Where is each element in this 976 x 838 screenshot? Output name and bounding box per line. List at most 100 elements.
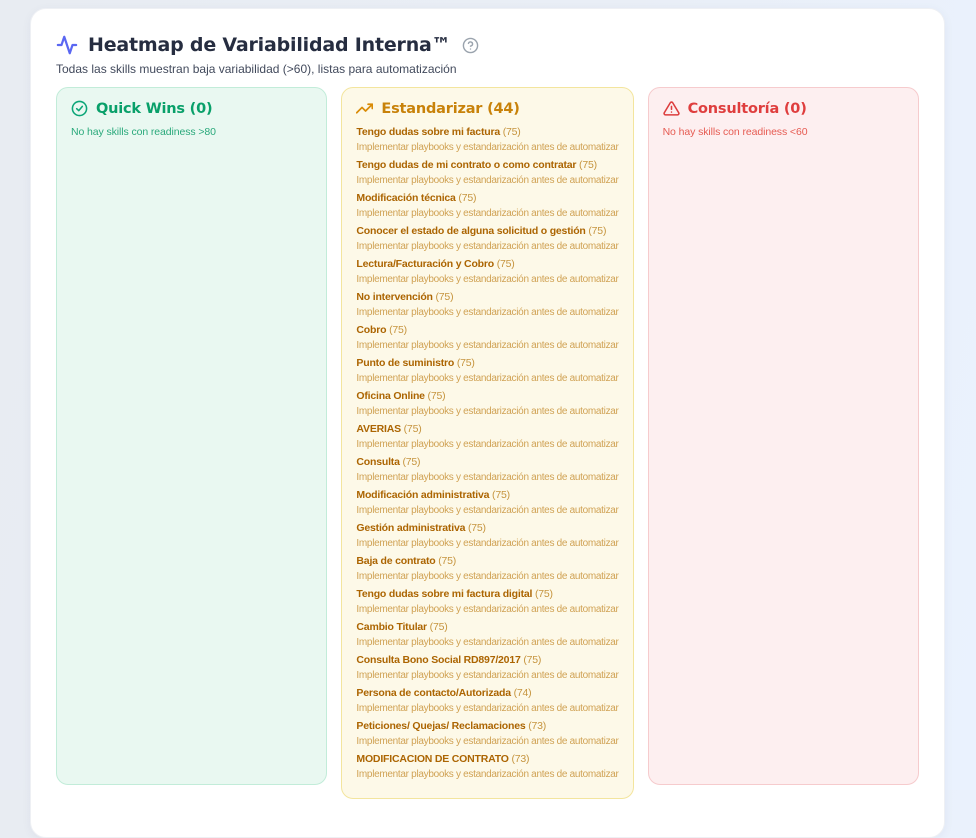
skill-name: Persona de contacto/Autorizada <box>356 687 510 699</box>
skill-item: Consulta Bono Social RD897/2017 (75) Imp… <box>356 654 618 682</box>
skill-name-line: Tengo dudas sobre mi factura (75) <box>356 126 618 139</box>
skill-readiness-score: (75) <box>402 456 420 468</box>
skill-readiness-score: (73) <box>528 720 546 732</box>
skill-name: Consulta <box>356 456 399 468</box>
skill-name: Punto de suministro <box>356 357 454 369</box>
skill-name-line: Consulta Bono Social RD897/2017 (75) <box>356 654 618 667</box>
skill-item: Tengo dudas sobre mi factura (75) Implem… <box>356 126 618 154</box>
skill-name-line: Persona de contacto/Autorizada (74) <box>356 687 618 700</box>
skill-item: Consulta (75) Implementar playbooks y es… <box>356 456 618 484</box>
skill-name: Modificación técnica <box>356 192 455 204</box>
quick-wins-title: Quick Wins (0) <box>96 101 212 117</box>
skill-name: AVERIAS <box>356 423 401 435</box>
skill-name-line: Tengo dudas de mi contrato o como contra… <box>356 159 618 172</box>
skill-item: No intervención (75) Implementar playboo… <box>356 291 618 319</box>
skill-name-line: No intervención (75) <box>356 291 618 304</box>
skill-recommendation: Implementar playbooks y estandarización … <box>356 505 618 517</box>
skill-readiness-score: (75) <box>523 654 541 666</box>
skill-item: Tengo dudas sobre mi factura digital (75… <box>356 588 618 616</box>
skill-recommendation: Implementar playbooks y estandarización … <box>356 406 618 418</box>
skill-recommendation: Implementar playbooks y estandarización … <box>356 307 618 319</box>
consultoria-header: Consultoría (0) <box>663 100 904 117</box>
skill-name-line: AVERIAS (75) <box>356 423 618 436</box>
skill-name-line: Gestión administrativa (75) <box>356 522 618 535</box>
skill-readiness-score: (75) <box>492 489 510 501</box>
skill-recommendation: Implementar playbooks y estandarización … <box>356 538 618 550</box>
skill-name-line: MODIFICACION DE CONTRATO (73) <box>356 753 618 766</box>
skill-name-line: Punto de suministro (75) <box>356 357 618 370</box>
heatmap-card: Heatmap de Variabilidad Interna™ Todas l… <box>30 8 945 838</box>
skill-recommendation: Implementar playbooks y estandarización … <box>356 142 618 154</box>
skill-readiness-score: (75) <box>430 621 448 633</box>
skill-name: MODIFICACION DE CONTRATO <box>356 753 508 765</box>
skill-name: Conocer el estado de alguna solicitud o … <box>356 225 585 237</box>
skill-item: Lectura/Facturación y Cobro (75) Impleme… <box>356 258 618 286</box>
skill-name: Oficina Online <box>356 390 424 402</box>
skill-recommendation: Implementar playbooks y estandarización … <box>356 241 618 253</box>
skill-item: AVERIAS (75) Implementar playbooks y est… <box>356 423 618 451</box>
skill-recommendation: Implementar playbooks y estandarización … <box>356 439 618 451</box>
skill-name-line: Modificación administrativa (75) <box>356 489 618 502</box>
skill-recommendation: Implementar playbooks y estandarización … <box>356 637 618 649</box>
skill-name: Tengo dudas de mi contrato o como contra… <box>356 159 576 171</box>
alert-triangle-icon <box>663 100 680 117</box>
column-consultoria: Consultoría (0) No hay skills con readin… <box>648 87 919 785</box>
skill-item: Modificación técnica (75) Implementar pl… <box>356 192 618 220</box>
skill-name: Gestión administrativa <box>356 522 465 534</box>
skill-name: Modificación administrativa <box>356 489 489 501</box>
column-estandarizar: Estandarizar (44) Tengo dudas sobre mi f… <box>341 87 633 799</box>
skill-readiness-score: (75) <box>497 258 515 270</box>
skill-recommendation: Implementar playbooks y estandarización … <box>356 274 618 286</box>
check-circle-icon <box>71 100 88 117</box>
skill-name-line: Peticiones/ Quejas/ Reclamaciones (73) <box>356 720 618 733</box>
skill-readiness-score: (74) <box>514 687 532 699</box>
skill-recommendation: Implementar playbooks y estandarización … <box>356 175 618 187</box>
quick-wins-empty-message: No hay skills con readiness >80 <box>71 126 312 138</box>
skill-recommendation: Implementar playbooks y estandarización … <box>356 472 618 484</box>
trending-up-icon <box>356 100 373 117</box>
quick-wins-header: Quick Wins (0) <box>71 100 312 117</box>
skill-list: Tengo dudas sobre mi factura (75) Implem… <box>356 126 618 781</box>
skill-recommendation: Implementar playbooks y estandarización … <box>356 340 618 352</box>
skill-item: Cobro (75) Implementar playbooks y estan… <box>356 324 618 352</box>
skill-name: Cobro <box>356 324 386 336</box>
skill-item: Modificación administrativa (75) Impleme… <box>356 489 618 517</box>
skill-readiness-score: (75) <box>579 159 597 171</box>
skill-item: Persona de contacto/Autorizada (74) Impl… <box>356 687 618 715</box>
skill-recommendation: Implementar playbooks y estandarización … <box>356 571 618 583</box>
skill-name-line: Baja de contrato (75) <box>356 555 618 568</box>
skill-name-line: Cobro (75) <box>356 324 618 337</box>
skill-name-line: Conocer el estado de alguna solicitud o … <box>356 225 618 238</box>
skill-item: Oficina Online (75) Implementar playbook… <box>356 390 618 418</box>
page-subtitle: Todas las skills muestran baja variabili… <box>56 62 919 76</box>
skill-item: Cambio Titular (75) Implementar playbook… <box>356 621 618 649</box>
skill-readiness-score: (75) <box>503 126 521 138</box>
skill-readiness-score: (75) <box>535 588 553 600</box>
skill-readiness-score: (75) <box>468 522 486 534</box>
skill-name-line: Modificación técnica (75) <box>356 192 618 205</box>
column-quick-wins: Quick Wins (0) No hay skills con readine… <box>56 87 327 785</box>
estandarizar-title: Estandarizar (44) <box>381 101 519 117</box>
consultoria-title: Consultoría (0) <box>688 101 807 117</box>
skill-recommendation: Implementar playbooks y estandarización … <box>356 208 618 220</box>
skill-item: Punto de suministro (75) Implementar pla… <box>356 357 618 385</box>
skill-item: Baja de contrato (75) Implementar playbo… <box>356 555 618 583</box>
skill-name-line: Consulta (75) <box>356 456 618 469</box>
skill-readiness-score: (75) <box>436 291 454 303</box>
skill-name-line: Cambio Titular (75) <box>356 621 618 634</box>
skill-readiness-score: (73) <box>511 753 529 765</box>
consultoria-empty-message: No hay skills con readiness <60 <box>663 126 904 138</box>
skill-item: MODIFICACION DE CONTRATO (73) Implementa… <box>356 753 618 781</box>
skill-item: Tengo dudas de mi contrato o como contra… <box>356 159 618 187</box>
skill-name: Lectura/Facturación y Cobro <box>356 258 494 270</box>
skill-recommendation: Implementar playbooks y estandarización … <box>356 670 618 682</box>
skill-name: Tengo dudas sobre mi factura <box>356 126 500 138</box>
estandarizar-header: Estandarizar (44) <box>356 100 618 117</box>
skill-name: No intervención <box>356 291 432 303</box>
skill-name: Baja de contrato <box>356 555 435 567</box>
help-circle-icon[interactable] <box>462 37 479 54</box>
card-header: Heatmap de Variabilidad Interna™ <box>56 34 919 56</box>
skill-readiness-score: (75) <box>428 390 446 402</box>
skill-item: Conocer el estado de alguna solicitud o … <box>356 225 618 253</box>
skill-name-line: Tengo dudas sobre mi factura digital (75… <box>356 588 618 601</box>
